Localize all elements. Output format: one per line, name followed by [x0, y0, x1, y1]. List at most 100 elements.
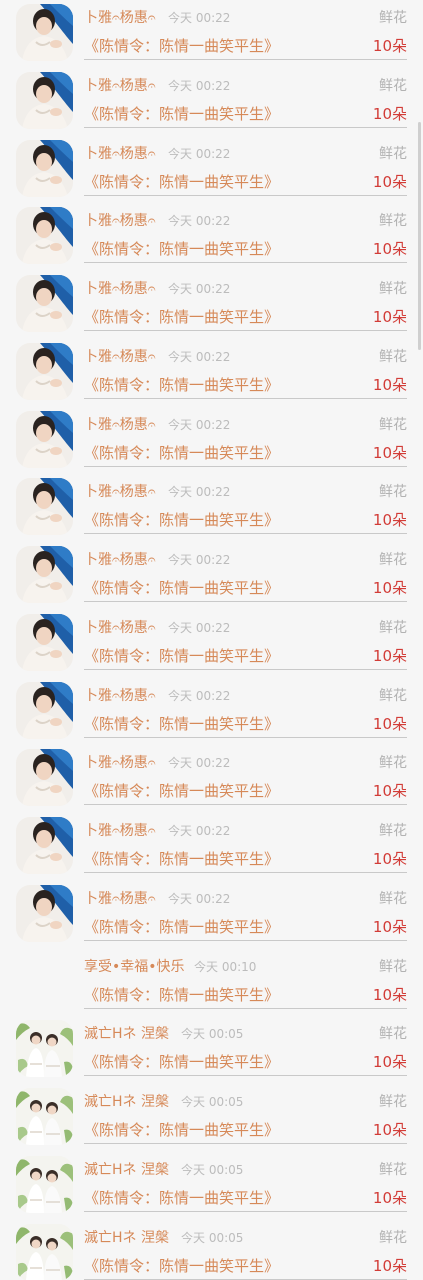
sender-name[interactable]: 卜雅𝄐杨惠𝄐: [84, 481, 156, 501]
timestamp: 今天 00:22: [168, 147, 231, 161]
list-item[interactable]: 享受•幸福•快乐 今天 00:10 鲜花 《陈情令：陈情一曲笑平生》 10朵: [0, 951, 423, 1019]
list-item[interactable]: 卜雅𝄐杨惠𝄐 今天 00:22 鲜花 《陈情令：陈情一曲笑平生》 10朵: [0, 273, 423, 341]
sender-name[interactable]: 卜雅𝄐杨惠𝄐: [84, 752, 156, 772]
work-title-link[interactable]: 《陈情令：陈情一曲笑平生》: [84, 103, 279, 124]
list-item[interactable]: 卜雅𝄐杨惠𝄐 今天 00:22 鲜花 《陈情令：陈情一曲笑平生》 10朵: [0, 138, 423, 206]
list-item[interactable]: 卜雅𝄐杨惠𝄐 今天 00:22 鲜花 《陈情令：陈情一曲笑平生》 10朵: [0, 544, 423, 612]
list-item[interactable]: 滅亡Hネ 涅槃 今天 00:05 鲜花 《陈情令：陈情一曲笑平生》 10朵: [0, 1018, 423, 1086]
gift-count: 10朵: [372, 715, 407, 733]
list-item[interactable]: 卜雅𝄐杨惠𝄐 今天 00:22 鲜花 《陈情令：陈情一曲笑平生》 10朵: [0, 341, 423, 409]
work-title-link[interactable]: 《陈情令：陈情一曲笑平生》: [84, 509, 279, 530]
work-title-link[interactable]: 《陈情令：陈情一曲笑平生》: [84, 780, 279, 801]
work-title-link[interactable]: 《陈情令：陈情一曲笑平生》: [84, 1051, 279, 1072]
sender-name[interactable]: 卜雅𝄐杨惠𝄐: [84, 7, 156, 27]
sender-name[interactable]: 卜雅𝄐杨惠𝄐: [84, 414, 156, 434]
sender-name[interactable]: 卜雅𝄐杨惠𝄐: [84, 143, 156, 163]
avatar[interactable]: [16, 885, 73, 942]
sender-name[interactable]: 卜雅𝄐杨惠𝄐: [84, 685, 156, 705]
sender-name[interactable]: 卜雅𝄐杨惠𝄐: [84, 549, 156, 569]
avatar[interactable]: [16, 72, 73, 129]
sender-name[interactable]: 卜雅𝄐杨惠𝄐: [84, 820, 156, 840]
sender-name[interactable]: 卜雅𝄐杨惠𝄐: [84, 278, 156, 298]
avatar[interactable]: [16, 411, 73, 468]
gift-type: 鲜花: [379, 1162, 407, 1178]
gift-record-list[interactable]: 卜雅𝄐杨惠𝄐 今天 00:22 鲜花 《陈情令：陈情一曲笑平生》 10朵 卜雅𝄐杨惠𝄐 今天…: [0, 0, 423, 1280]
work-title-link[interactable]: 《陈情令：陈情一曲笑平生》: [84, 1187, 279, 1208]
list-item[interactable]: 卜雅𝄐杨惠𝄐 今天 00:22 鲜花 《陈情令：陈情一曲笑平生》 10朵: [0, 70, 423, 138]
gift-count: 10朵: [372, 918, 407, 936]
timestamp: 今天 00:22: [168, 485, 231, 499]
gift-type: 鲜花: [379, 281, 407, 297]
work-title-link[interactable]: 《陈情令：陈情一曲笑平生》: [84, 713, 279, 734]
avatar[interactable]: [16, 1020, 73, 1077]
work-title-link[interactable]: 《陈情令：陈情一曲笑平生》: [84, 1119, 279, 1140]
gift-count: 10朵: [372, 1121, 407, 1139]
work-title-link[interactable]: 《陈情令：陈情一曲笑平生》: [84, 306, 279, 327]
work-title-link[interactable]: 《陈情令：陈情一曲笑平生》: [84, 848, 279, 869]
avatar[interactable]: [16, 749, 73, 806]
avatar[interactable]: [16, 682, 73, 739]
list-item[interactable]: 滅亡Hネ 涅槃 今天 00:05 鲜花 《陈情令：陈情一曲笑平生》 10朵: [0, 1222, 423, 1280]
timestamp: 今天 00:22: [168, 756, 231, 770]
sender-name[interactable]: 滅亡Hネ 涅槃: [84, 1227, 169, 1247]
gift-count: 10朵: [372, 308, 407, 326]
list-item[interactable]: 卜雅𝄐杨惠𝄐 今天 00:22 鲜花 《陈情令：陈情一曲笑平生》 10朵: [0, 815, 423, 883]
row-divider: [84, 398, 407, 399]
row-divider: [84, 669, 407, 670]
avatar[interactable]: [16, 614, 73, 671]
sender-name[interactable]: 卜雅𝄐杨惠𝄐: [84, 75, 156, 95]
avatar[interactable]: [16, 817, 73, 874]
work-title-link[interactable]: 《陈情令：陈情一曲笑平生》: [84, 238, 279, 259]
avatar[interactable]: [16, 343, 73, 400]
avatar[interactable]: [16, 140, 73, 197]
list-item[interactable]: 卜雅𝄐杨惠𝄐 今天 00:22 鲜花 《陈情令：陈情一曲笑平生》 10朵: [0, 205, 423, 273]
avatar[interactable]: [16, 4, 73, 61]
list-item[interactable]: 滅亡Hネ 涅槃 今天 00:05 鲜花 《陈情令：陈情一曲笑平生》 10朵: [0, 1086, 423, 1154]
gift-type: 鲜花: [379, 1230, 407, 1246]
sender-name[interactable]: 滅亡Hネ 涅槃: [84, 1159, 169, 1179]
list-item[interactable]: 卜雅𝄐杨惠𝄐 今天 00:22 鲜花 《陈情令：陈情一曲笑平生》 10朵: [0, 883, 423, 951]
work-title-link[interactable]: 《陈情令：陈情一曲笑平生》: [84, 442, 279, 463]
sender-name[interactable]: 滅亡Hネ 涅槃: [84, 1023, 169, 1043]
work-title-link[interactable]: 《陈情令：陈情一曲笑平生》: [84, 916, 279, 937]
timestamp: 今天 00:22: [168, 621, 231, 635]
row-divider: [84, 804, 407, 805]
list-item[interactable]: 滅亡Hネ 涅槃 今天 00:05 鲜花 《陈情令：陈情一曲笑平生》 10朵: [0, 1154, 423, 1222]
work-title-link[interactable]: 《陈情令：陈情一曲笑平生》: [84, 171, 279, 192]
avatar[interactable]: [16, 275, 73, 332]
gift-count: 10朵: [372, 173, 407, 191]
work-title-link[interactable]: 《陈情令：陈情一曲笑平生》: [84, 577, 279, 598]
timestamp: 今天 00:22: [168, 689, 231, 703]
list-item[interactable]: 卜雅𝄐杨惠𝄐 今天 00:22 鲜花 《陈情令：陈情一曲笑平生》 10朵: [0, 2, 423, 70]
avatar[interactable]: [16, 546, 73, 603]
work-title-link[interactable]: 《陈情令：陈情一曲笑平生》: [84, 35, 279, 56]
sender-name[interactable]: 滅亡Hネ 涅槃: [84, 1091, 169, 1111]
list-item[interactable]: 卜雅𝄐杨惠𝄐 今天 00:22 鲜花 《陈情令：陈情一曲笑平生》 10朵: [0, 612, 423, 680]
gift-count: 10朵: [372, 240, 407, 258]
timestamp: 今天 00:05: [181, 1231, 244, 1245]
work-title-link[interactable]: 《陈情令：陈情一曲笑平生》: [84, 984, 279, 1005]
work-title-link[interactable]: 《陈情令：陈情一曲笑平生》: [84, 1255, 279, 1276]
list-item[interactable]: 卜雅𝄐杨惠𝄐 今天 00:22 鲜花 《陈情令：陈情一曲笑平生》 10朵: [0, 747, 423, 815]
sender-name[interactable]: 卜雅𝄐杨惠𝄐: [84, 346, 156, 366]
avatar[interactable]: [16, 207, 73, 264]
work-title-link[interactable]: 《陈情令：陈情一曲笑平生》: [84, 374, 279, 395]
list-item[interactable]: 卜雅𝄐杨惠𝄐 今天 00:22 鲜花 《陈情令：陈情一曲笑平生》 10朵: [0, 476, 423, 544]
avatar[interactable]: [16, 1224, 73, 1280]
avatar[interactable]: [16, 1088, 73, 1145]
gift-count: 10朵: [372, 37, 407, 55]
timestamp: 今天 00:22: [168, 892, 231, 906]
timestamp: 今天 00:22: [168, 79, 231, 93]
sender-name[interactable]: 卜雅𝄐杨惠𝄐: [84, 888, 156, 908]
sender-name[interactable]: 卜雅𝄐杨惠𝄐: [84, 617, 156, 637]
timestamp: 今天 00:22: [168, 553, 231, 567]
row-divider: [84, 533, 407, 534]
work-title-link[interactable]: 《陈情令：陈情一曲笑平生》: [84, 645, 279, 666]
list-item[interactable]: 卜雅𝄐杨惠𝄐 今天 00:22 鲜花 《陈情令：陈情一曲笑平生》 10朵: [0, 680, 423, 748]
avatar[interactable]: [16, 1156, 73, 1213]
gift-count: 10朵: [372, 782, 407, 800]
sender-name[interactable]: 卜雅𝄐杨惠𝄐: [84, 210, 156, 230]
list-item[interactable]: 卜雅𝄐杨惠𝄐 今天 00:22 鲜花 《陈情令：陈情一曲笑平生》 10朵: [0, 409, 423, 477]
sender-name[interactable]: 享受•幸福•快乐: [84, 956, 185, 976]
avatar[interactable]: [16, 478, 73, 535]
